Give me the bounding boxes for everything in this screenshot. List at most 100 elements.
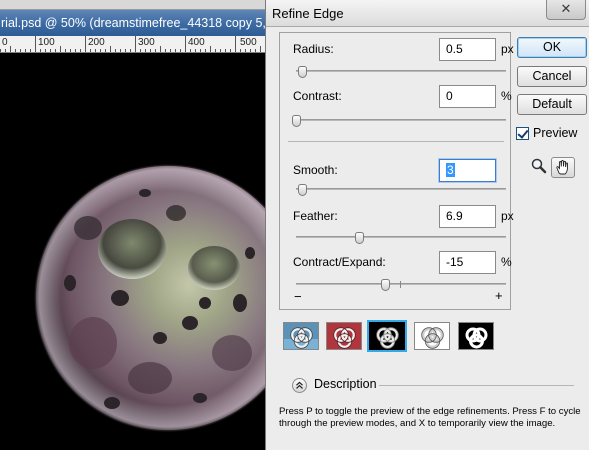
ruler-tick [50,49,51,52]
ruler-tick [190,49,191,52]
preview-mode-mask[interactable] [458,322,494,350]
textured-sphere-image [34,164,265,432]
document-window: rial.psd @ 50% (dreamstimefree_44318 cop… [0,0,265,450]
ruler-tick [85,36,86,52]
image-canvas[interactable] [0,53,265,450]
close-icon[interactable]: ✕ [546,0,586,20]
ruler-tick [25,49,26,52]
radius-slider-thumb[interactable] [298,66,308,78]
ruler-tick [130,49,131,52]
cancel-button[interactable]: Cancel [517,66,587,87]
description-label: Description [314,377,377,391]
ruler-tick [20,49,21,52]
contract-expand-input[interactable]: -15 [439,251,496,274]
preview-mode-on-black[interactable] [367,320,407,352]
ok-button[interactable]: OK [517,37,587,58]
ruler-tick [255,49,256,52]
expand-description-icon[interactable] [292,378,307,393]
contrast-unit: % [501,89,512,103]
ruler-tick [90,49,91,52]
ruler-tick [245,49,246,52]
contrast-input[interactable]: 0 [439,85,496,108]
horizontal-ruler[interactable]: 0 100 200 300 400 500 [0,36,265,53]
preview-mode-standard[interactable] [283,322,319,350]
feather-label: Feather: [293,209,338,223]
smooth-input[interactable]: 3 [439,159,496,182]
contract-expand-unit: % [501,255,512,269]
ruler-tick [135,36,136,52]
radius-input[interactable]: 0.5 [439,38,496,61]
ruler-tick [10,46,11,52]
plus-label: + [495,288,503,303]
ruler-tick [110,46,111,52]
radius-label: Radius: [293,42,334,56]
ruler-tick [205,49,206,52]
contract-expand-slider-thumb[interactable] [381,279,391,291]
ruler-tick [250,49,251,52]
hand-tool-icon[interactable] [551,157,575,178]
ruler-tick [95,49,96,52]
contrast-slider-thumb[interactable] [292,115,301,127]
feather-slider[interactable] [296,232,506,244]
default-button[interactable]: Default [517,94,587,115]
refine-edge-dialog: Refine Edge ✕ Radius: 0.5 px Contrast: 0… [265,0,589,450]
ruler-tick [150,49,151,52]
ruler-tick [55,49,56,52]
ruler-tick [195,49,196,52]
preview-checkbox[interactable] [516,127,529,140]
slider-center-tick [400,281,401,288]
ruler-tick [155,49,156,52]
description-divider [379,385,574,386]
ruler-label: 100 [38,37,55,48]
ruler-tick [30,49,31,52]
contract-expand-label: Contract/Expand: [293,255,386,269]
ruler-label: 500 [240,37,257,48]
smooth-label: Smooth: [293,163,338,177]
ruler-tick [35,36,36,52]
contrast-slider[interactable] [292,115,506,127]
ruler-tick [170,49,171,52]
contrast-label: Contrast: [293,89,342,103]
ruler-tick [235,36,236,52]
zoom-tool-icon[interactable] [530,157,548,175]
menu-strip [0,0,265,10]
preview-mode-on-white[interactable] [414,322,450,350]
ruler-tick [160,46,161,52]
ruler-tick [115,49,116,52]
feather-input[interactable]: 6.9 [439,205,496,228]
ruler-tick [180,49,181,52]
feather-unit: px [501,209,514,223]
ruler-tick [45,49,46,52]
ruler-tick [210,46,211,52]
ruler-tick [15,49,16,52]
ruler-tick [260,46,261,52]
ruler-tick [230,49,231,52]
ruler-tick [240,49,241,52]
parameters-panel: Radius: 0.5 px Contrast: 0 % Smooth: 3 F… [279,32,514,310]
ruler-tick [75,49,76,52]
ruler-tick [60,46,61,52]
radius-unit: px [501,42,514,56]
ruler-tick [185,36,186,52]
ruler-tick [225,49,226,52]
ruler-tick [5,49,6,52]
feather-slider-thumb[interactable] [355,232,364,244]
minus-label: − [294,289,302,304]
radius-slider[interactable] [296,66,506,78]
ruler-label: 400 [188,37,205,48]
smooth-slider-thumb[interactable] [298,184,308,196]
ruler-label: 0 [2,37,8,48]
smooth-value: 3 [446,163,455,177]
smooth-slider[interactable] [296,184,506,196]
description-text: Press P to toggle the preview of the edg… [279,406,581,429]
ruler-tick [125,49,126,52]
ruler-tick [165,49,166,52]
ruler-tick [215,49,216,52]
ruler-tick [120,49,121,52]
dialog-title[interactable]: Refine Edge [266,0,589,27]
ruler-tick [40,49,41,52]
ruler-tick [65,49,66,52]
contract-expand-slider[interactable] [296,279,506,291]
document-title[interactable]: rial.psd @ 50% (dreamstimefree_44318 cop… [0,10,265,36]
preview-mode-quick-mask[interactable] [326,322,362,350]
